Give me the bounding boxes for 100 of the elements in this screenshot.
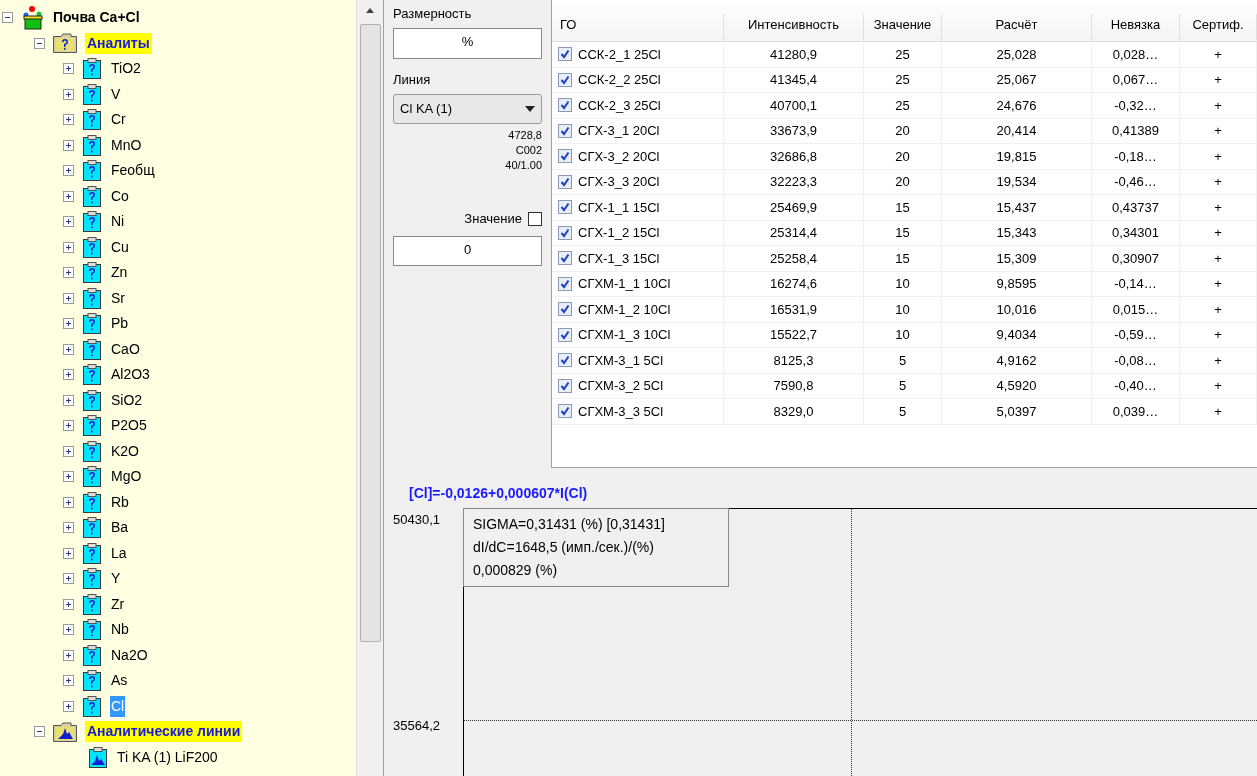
tree-item[interactable]: Cu [110,236,130,258]
row-checkbox[interactable] [558,327,572,342]
row-checkbox[interactable] [558,72,572,87]
row-checkbox[interactable] [558,123,572,138]
tree-item[interactable]: As [110,670,129,692]
tree-item[interactable]: Ti KA (1) LiF200 [116,746,219,768]
column-header[interactable]: Невязка [1092,14,1180,40]
tree-item[interactable]: P2O5 [110,415,148,437]
expand-icon[interactable] [63,573,74,585]
expand-icon[interactable] [63,88,74,100]
expand-icon[interactable] [63,649,74,661]
tree-item[interactable]: Y [110,568,122,590]
row-checkbox[interactable] [558,149,572,164]
tree-group-label[interactable]: Аналитические линии [85,721,243,743]
tree-item[interactable]: K2O [110,440,140,462]
table-cell-text: СГХ-3_1 20Cl [578,122,660,140]
expand-icon[interactable] [63,292,74,304]
table-cell-text: + [1214,351,1222,370]
collapse-icon[interactable] [34,37,45,49]
row-checkbox[interactable] [558,200,572,215]
expand-icon[interactable] [63,624,74,636]
row-checkbox[interactable] [558,47,572,62]
row-checkbox[interactable] [558,353,572,368]
table-cell-text: -0,32… [1114,96,1157,115]
expand-icon[interactable] [63,241,74,253]
tree-item[interactable]: Co [110,185,130,207]
expand-icon[interactable] [63,63,74,75]
expand-icon[interactable] [63,420,74,432]
column-header[interactable]: Расчёт [942,14,1092,40]
row-checkbox[interactable] [558,302,572,317]
row-checkbox[interactable] [558,276,572,291]
expand-icon[interactable] [63,471,74,483]
expand-icon[interactable] [63,675,74,687]
expand-icon[interactable] [63,522,74,534]
expand-icon[interactable] [63,598,74,610]
tree-item[interactable]: Cr [110,109,127,131]
tree-item[interactable]: Zr [110,593,126,615]
clipboard-icon [82,83,102,105]
column-header[interactable]: Значение [864,14,942,40]
tree-item[interactable]: MgO [110,466,143,488]
table-cell-text: 25314,4 [770,224,817,242]
tree-item[interactable]: MnO [110,134,143,156]
value-checkbox[interactable] [528,211,542,226]
clipboard-icon [82,313,102,335]
tree-item[interactable]: Na2O [110,644,149,666]
tree-item[interactable]: Ni [110,211,126,233]
column-header[interactable]: ГО [552,14,724,40]
tree-item[interactable]: Al2O3 [110,364,151,386]
expand-icon[interactable] [63,114,74,126]
dimension-field[interactable]: % [393,27,542,59]
expand-icon[interactable] [63,394,74,406]
expand-icon[interactable] [63,343,74,355]
expand-icon[interactable] [63,267,74,279]
tree-item[interactable]: Ba [110,517,130,539]
line-info-text: 4728,8 [508,128,542,143]
expand-icon[interactable] [63,318,74,330]
tree-item[interactable]: Sr [110,287,126,309]
table-cell-text: -0,08… [1114,351,1157,370]
row-checkbox[interactable] [558,251,572,266]
tree-item[interactable]: Pb [110,313,130,335]
table-cell-text: 25,067 [996,71,1037,89]
tree-root-label[interactable]: Почва Ca+Cl [53,7,140,29]
row-checkbox[interactable] [558,98,572,113]
tree-item[interactable]: SiO2 [110,389,144,411]
tree-item[interactable]: V [110,83,122,105]
expand-icon[interactable] [63,165,74,177]
tree-group-label[interactable]: Аналиты [85,32,152,54]
expand-icon[interactable] [63,496,74,508]
scroll-up-icon[interactable] [365,6,376,14]
value-field[interactable]: 0 [393,235,542,266]
tree-item[interactable]: La [110,542,128,564]
expand-icon[interactable] [63,547,74,559]
line-dropdown[interactable]: Cl KA (1) [393,94,542,124]
clipboard-icon [82,287,102,309]
column-header[interactable]: Интенсивность [724,14,864,40]
tree-item[interactable]: TiO2 [110,58,142,80]
tree-item[interactable]: Zn [110,262,129,284]
table-cell-text: 25,028 [996,45,1037,64]
expand-icon[interactable] [63,700,74,712]
tree-item[interactable]: CaO [110,338,141,360]
row-checkbox[interactable] [558,378,572,393]
expand-icon[interactable] [63,369,74,381]
column-header[interactable]: Сертиф. [1180,14,1257,40]
tree-item[interactable]: Feобщ [110,160,156,182]
row-checkbox[interactable] [558,404,572,419]
expand-icon[interactable] [63,216,74,228]
tree-item[interactable]: Nb [110,619,130,641]
table-cell-text: СГХ-3_3 20Cl [578,173,660,191]
table-cell-text: 20 [895,173,910,191]
scroll-thumb[interactable] [359,24,381,642]
collapse-icon[interactable] [34,726,45,738]
row-checkbox[interactable] [558,225,572,240]
collapse-icon[interactable] [2,12,13,24]
expand-icon[interactable] [63,445,74,457]
scrollbar[interactable] [356,0,383,776]
expand-icon[interactable] [63,139,74,151]
table-cell-text: 15,309 [996,249,1037,268]
tree-item[interactable]: Rb [110,491,130,513]
expand-icon[interactable] [63,190,74,202]
row-checkbox[interactable] [558,174,572,189]
